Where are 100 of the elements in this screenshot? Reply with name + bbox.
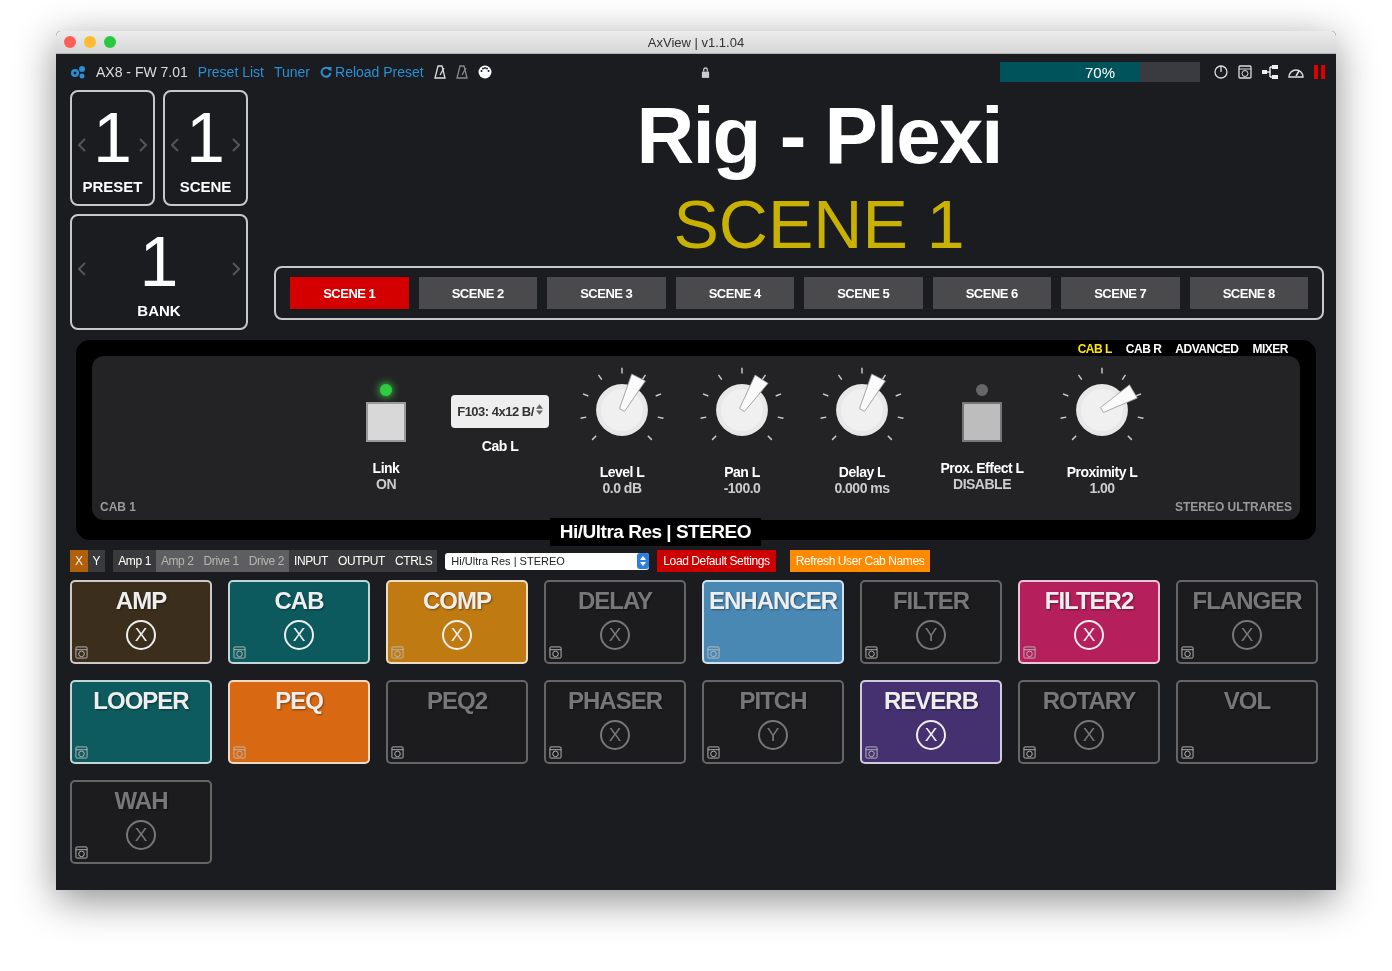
effect-block[interactable]: FILTER Y [860,580,1002,664]
cabinet-icon[interactable] [391,746,404,759]
scene-button[interactable]: SCENE 7 [1061,277,1180,309]
stepper-icon [637,553,650,569]
network-icon[interactable] [1262,65,1278,79]
channel-indicator[interactable]: X [600,620,630,650]
channel-indicator[interactable]: X [442,620,472,650]
scene-button[interactable]: SCENE 1 [290,277,409,309]
channel-button[interactable]: X [70,550,88,572]
effect-block[interactable]: FLANGER X [1176,580,1318,664]
mode-select[interactable]: Hi/Ultra Res | STEREO [445,552,650,570]
block-name: CAB 1 [100,500,136,516]
block-label: FLANGER [1192,587,1302,615]
control-label: Cab L [481,438,519,454]
toolbar-link[interactable]: Preset List [197,64,264,80]
lock-icon[interactable] [701,66,710,78]
counter-value: 1 [139,222,179,302]
effect-block[interactable]: PHASER X [544,680,686,764]
effect-block[interactable]: ENHANCER [702,580,844,664]
channel-indicator[interactable]: X [916,720,946,750]
scene-button[interactable]: SCENE 8 [1189,277,1308,309]
gauge-icon[interactable] [1288,66,1304,78]
effect-block[interactable]: PEQ2 [386,680,528,764]
effect-block[interactable]: COMP X [386,580,528,664]
block-label: PHASER [568,687,662,715]
scene-button[interactable]: SCENE 6 [932,277,1051,309]
control-value: ON [376,476,396,492]
block-label: PEQ [275,687,323,715]
cab-select[interactable]: F103: 4x12 B/ [451,395,549,428]
midi-icon[interactable] [477,65,492,79]
effect-block[interactable]: WAH X [70,780,212,864]
counter-value: 1 [186,98,225,178]
panel-tab[interactable]: CAB R [1125,342,1162,356]
cpu-reading: 70% [1084,64,1116,81]
channel-indicator[interactable]: X [126,620,156,650]
control-label: Proximity L [1066,464,1138,480]
scene-button[interactable]: SCENE 2 [418,277,537,309]
channel-indicator[interactable]: Y [916,620,946,650]
refresh-icon [320,66,332,78]
effect-block[interactable]: VOL [1176,680,1318,764]
action-button[interactable]: Load Default Settings [657,550,776,572]
effect-block[interactable]: CAB X [228,580,370,664]
effect-block[interactable]: AMP X [70,580,212,664]
channel-indicator[interactable]: X [1074,720,1104,750]
cabinet-icon[interactable] [549,646,562,659]
panel-tab[interactable]: ADVANCED [1175,342,1239,356]
panel-tab[interactable]: MIXER [1252,342,1288,356]
block-label: PITCH [739,687,807,715]
control-label: Pan L [724,464,760,480]
cabinet-icon[interactable] [1023,746,1036,759]
control-value: 0.0 dB [602,480,642,496]
effect-block[interactable]: DELAY X [544,580,686,664]
control-label: Delay L [838,464,886,480]
effect-block[interactable]: LOOPER [70,680,212,764]
cabinet-icon[interactable] [865,646,878,659]
panel-tab[interactable]: CAB L [1077,342,1112,356]
effect-block[interactable]: ROTARY X [1018,680,1160,764]
cabinet-icon[interactable] [549,746,562,759]
cabinet-icon[interactable] [1181,746,1194,759]
stepper-icon [535,404,543,415]
toolbar-link[interactable]: Reload Preset [320,64,424,80]
block-label: VOL [1223,687,1271,715]
control-value: 1.00 [1089,480,1115,496]
scene-button[interactable]: SCENE 5 [804,277,923,309]
counter-label: PRESET [82,178,143,195]
effect-block[interactable]: PITCH Y [702,680,844,764]
control-label: Level L [599,464,645,480]
pause-icon[interactable] [1314,65,1326,79]
cabinet-icon[interactable] [1181,646,1194,659]
cabinet-icon[interactable] [1238,65,1252,79]
block-label: FILTER2 [1044,587,1134,615]
scene-button[interactable]: SCENE 4 [675,277,794,309]
mode-label: Hi/Ultra Res | STEREO [549,518,762,546]
counter-label: BANK [137,302,181,319]
scene-name: SCENE 1 [673,185,965,264]
control-label: Link [372,460,400,476]
channel-indicator[interactable]: X [284,620,314,650]
block-label: REVERB [884,687,978,715]
channel-indicator[interactable]: Y [758,720,788,750]
cabinet-icon[interactable] [707,746,720,759]
channel-indicator[interactable]: X [126,820,156,850]
cabinet-icon[interactable] [865,746,878,759]
channel-indicator[interactable]: X [600,720,630,750]
device-label: AX8 - FW 7.01 [96,64,188,80]
block-label: ROTARY [1042,687,1136,715]
block-type: STEREO ULTRARES [1174,500,1292,516]
power-icon[interactable] [1214,65,1228,79]
block-label: LOOPER [93,687,189,715]
effect-block[interactable]: PEQ [228,680,370,764]
toolbar-link[interactable]: Tuner [273,64,310,80]
effect-block[interactable]: FILTER2 X [1018,580,1160,664]
toggle-switch[interactable] [962,402,1002,442]
scene-button[interactable]: SCENE 3 [547,277,666,309]
toggle-switch[interactable] [366,402,406,442]
channel-indicator[interactable]: X [1232,620,1262,650]
cabinet-icon[interactable] [75,846,88,859]
effect-block[interactable]: REVERB X [860,680,1002,764]
block-label: FILTER [892,587,970,615]
cabinet-icon[interactable] [75,646,88,659]
channel-indicator[interactable]: X [1074,620,1104,650]
